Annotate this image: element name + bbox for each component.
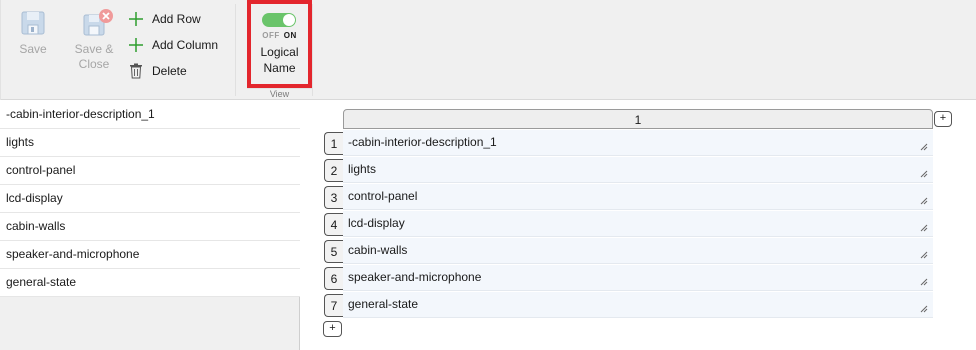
delete-button[interactable]: Delete: [126, 60, 187, 82]
trash-icon: [126, 61, 146, 81]
resize-grip-icon: [920, 143, 928, 151]
row-number[interactable]: 1: [324, 132, 343, 155]
row-number[interactable]: 4: [324, 213, 343, 236]
save-button[interactable]: Save: [12, 8, 54, 57]
plus-icon: [126, 35, 146, 55]
add-column-small-button[interactable]: +: [934, 111, 952, 127]
add-column-button[interactable]: Add Column: [126, 34, 218, 56]
delete-label: Delete: [152, 64, 187, 78]
list-item[interactable]: -cabin-interior-description_1: [0, 101, 300, 129]
list-item[interactable]: general-state: [0, 269, 300, 297]
row-number[interactable]: 6: [324, 267, 343, 290]
resize-grip-icon: [920, 170, 928, 178]
row-number[interactable]: 3: [324, 186, 343, 209]
table-row[interactable]: cabin-walls: [343, 238, 933, 264]
resize-grip-icon: [920, 197, 928, 205]
column-header[interactable]: 1: [343, 109, 933, 129]
row-number[interactable]: 7: [324, 294, 343, 317]
cell-value: lights: [348, 162, 377, 176]
ribbon-separator: [312, 4, 313, 96]
list-item[interactable]: cabin-walls: [0, 213, 300, 241]
resize-grip-icon: [920, 251, 928, 259]
list-item[interactable]: lcd-display: [0, 185, 300, 213]
cell-value: cabin-walls: [348, 243, 408, 257]
cell-value: -cabin-interior-description_1: [348, 135, 497, 149]
add-row-button[interactable]: Add Row: [126, 8, 201, 30]
row-number[interactable]: 5: [324, 240, 343, 263]
ribbon-edge: [0, 0, 1, 100]
list-item[interactable]: control-panel: [0, 157, 300, 185]
cell-value: general-state: [348, 297, 419, 311]
table-row[interactable]: control-panel: [343, 184, 933, 210]
table-row[interactable]: -cabin-interior-description_1: [343, 130, 933, 156]
row-number[interactable]: 2: [324, 159, 343, 182]
resize-grip-icon: [920, 278, 928, 286]
floppy-disk-icon: [19, 8, 47, 38]
cell-value: lcd-display: [348, 216, 405, 230]
ribbon-toolbar: Save Save & Close Add Row Add Column Del…: [0, 0, 976, 100]
list-item[interactable]: lights: [0, 129, 300, 157]
resize-grip-icon: [920, 305, 928, 313]
table-row[interactable]: lights: [343, 157, 933, 183]
cell-value: control-panel: [348, 189, 418, 203]
add-row-small-button[interactable]: +: [323, 321, 342, 337]
table-row[interactable]: general-state: [343, 292, 933, 318]
add-row-label: Add Row: [152, 12, 201, 26]
save-label: Save: [19, 42, 47, 56]
ribbon-separator: [235, 4, 236, 96]
view-group-label: View: [247, 88, 312, 100]
resize-grip-icon: [920, 224, 928, 232]
highlight-box: [247, 0, 312, 88]
save-close-icon: [80, 8, 113, 38]
left-list-panel: -cabin-interior-description_1 lights con…: [0, 101, 300, 350]
add-column-label: Add Column: [152, 38, 219, 52]
table-row[interactable]: speaker-and-microphone: [343, 265, 933, 291]
save-close-label: Save & Close: [74, 42, 114, 71]
cell-value: speaker-and-microphone: [348, 270, 482, 284]
plus-icon: [126, 9, 146, 29]
save-and-close-button[interactable]: Save & Close: [68, 8, 120, 72]
table-row[interactable]: lcd-display: [343, 211, 933, 237]
list-item[interactable]: speaker-and-microphone: [0, 241, 300, 269]
